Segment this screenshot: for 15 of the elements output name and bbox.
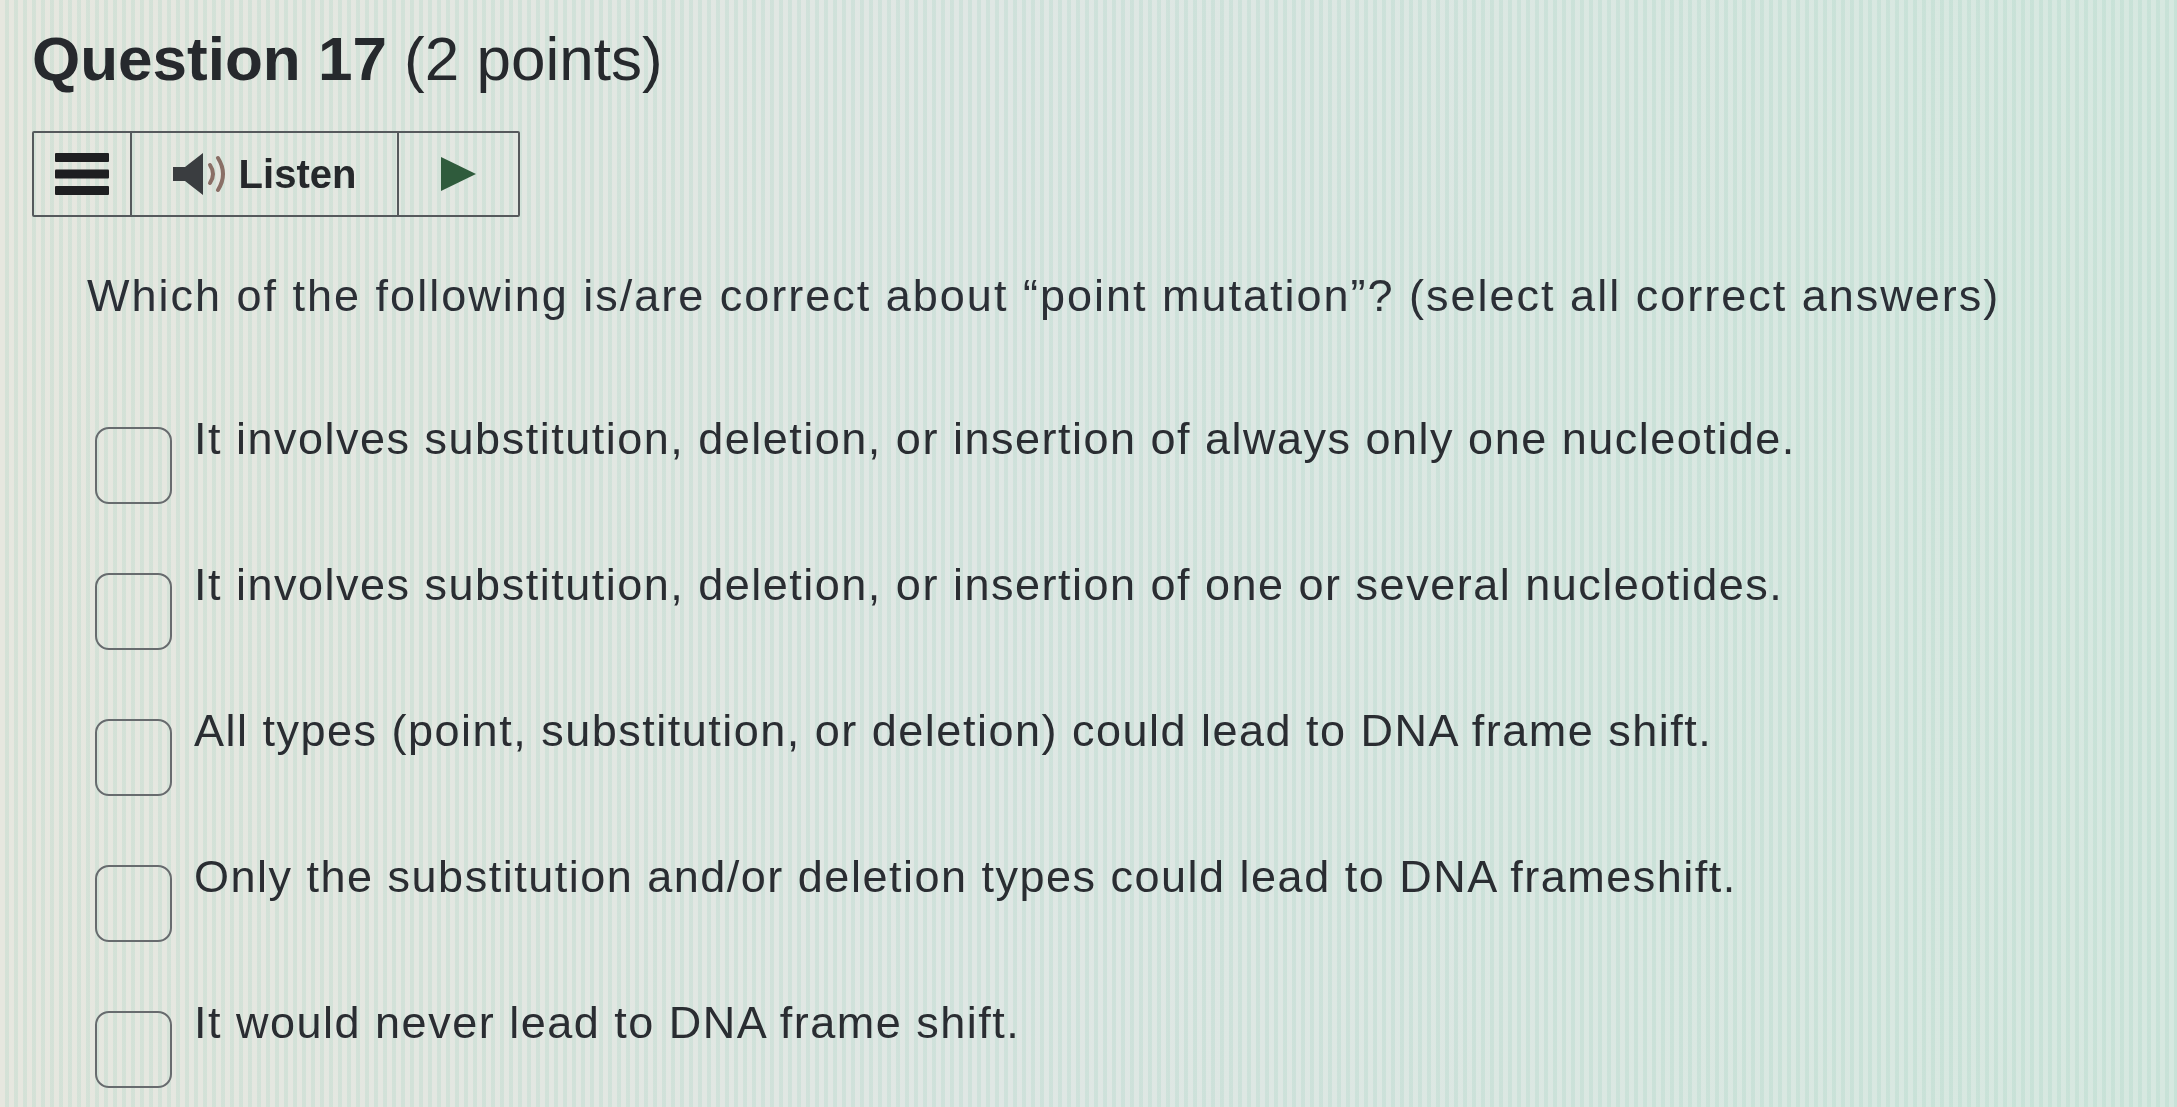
listen-button[interactable]: Listen xyxy=(130,133,397,215)
question-text: Which of the following is/are correct about “point mutation”? (select all correct answers) xyxy=(87,269,2001,323)
checkbox[interactable] xyxy=(95,865,172,942)
answer-option: Only the substitution and/or deletion types could lead to DNA frameshift. xyxy=(194,850,1737,904)
checkbox[interactable] xyxy=(95,427,172,504)
question-title: Question 17 (2 points) xyxy=(32,23,663,95)
checkbox[interactable] xyxy=(95,573,172,650)
answer-option: All types (point, substitution, or deletion) could lead to DNA frame shift. xyxy=(194,704,1713,758)
checkbox[interactable] xyxy=(95,1011,172,1088)
answer-option: It involves substitution, deletion, or insertion of always only one nucleotide. xyxy=(194,412,1796,466)
menu-icon xyxy=(55,153,109,195)
play-icon xyxy=(441,157,476,191)
checkbox[interactable] xyxy=(95,719,172,796)
answer-option: It involves substitution, deletion, or insertion of one or several nucleotides. xyxy=(194,558,1784,612)
answer-option: It would never lead to DNA frame shift. xyxy=(194,996,1021,1050)
